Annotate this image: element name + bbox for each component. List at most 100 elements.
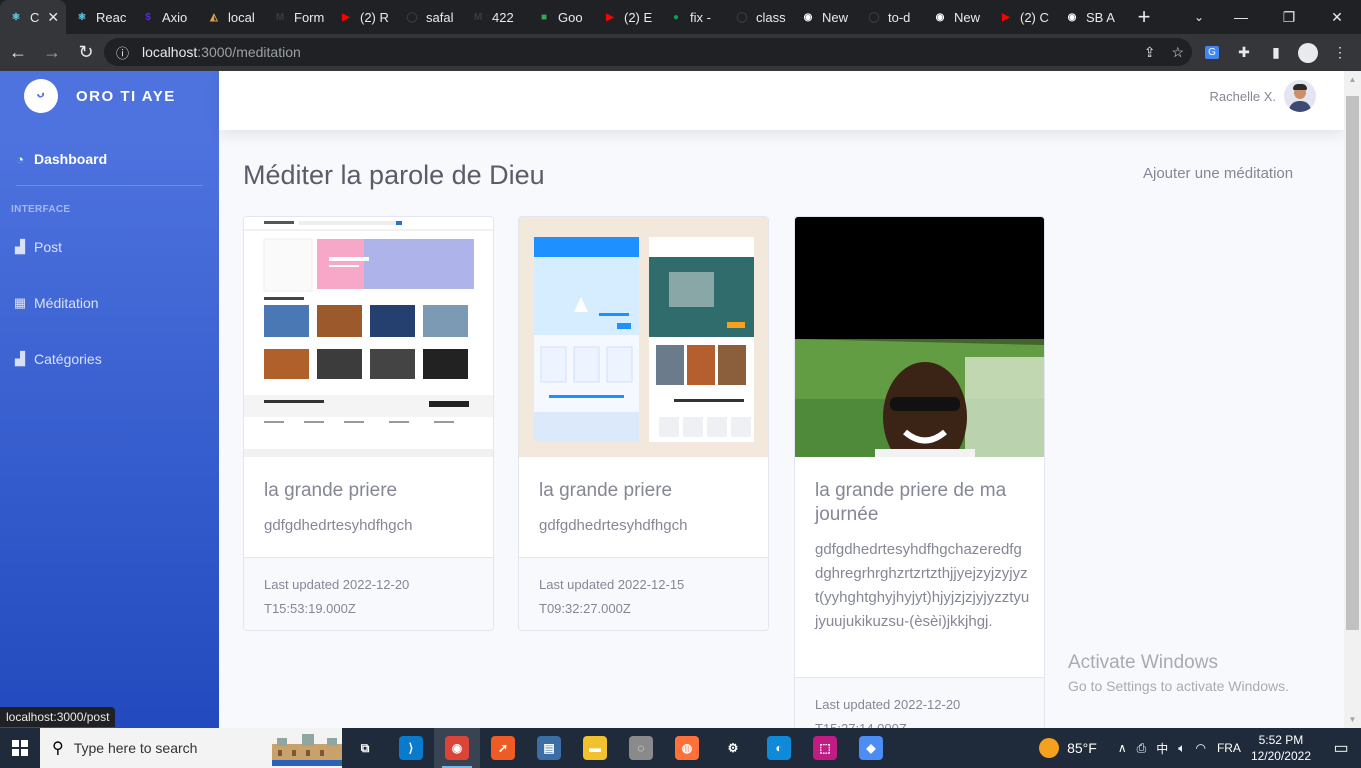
- network-icon-glyph: ▤: [537, 736, 561, 760]
- vscode-icon[interactable]: ⟩: [388, 728, 434, 768]
- chrome-menu-icon[interactable]: ⋮: [1329, 42, 1351, 64]
- back-arrow-icon[interactable]: ←: [2, 37, 34, 69]
- network-icon[interactable]: ▤: [526, 728, 572, 768]
- sidebar-item-meditation[interactable]: ▦ Méditation: [0, 275, 219, 331]
- browser-tab[interactable]: ◉ New: [792, 0, 858, 34]
- close-window-icon[interactable]: ✕: [1313, 0, 1361, 34]
- browser-tab[interactable]: $ Axio: [132, 0, 198, 34]
- tab-label: 422: [492, 9, 514, 25]
- reload-icon[interactable]: ↻: [70, 37, 102, 69]
- site-info-icon[interactable]: ⓘ: [116, 43, 134, 62]
- weather-widget[interactable]: 85°F: [1039, 738, 1097, 758]
- side-panel-icon[interactable]: ▮: [1265, 42, 1287, 64]
- tab-search-icon[interactable]: ⌄: [1185, 0, 1213, 34]
- scroll-up-arrow-icon[interactable]: ▲: [1344, 71, 1361, 88]
- search-highlight-illustration: [272, 734, 342, 766]
- sidebar-item-dashboard[interactable]: ◔ Dashboard: [0, 133, 219, 185]
- laugh-wink-icon: ᵕ: [20, 75, 62, 117]
- tab-label: C: [30, 9, 40, 25]
- card-updated: Last updated 2022-12-20T15:53:19.000Z: [264, 577, 410, 616]
- close-tab-icon[interactable]: ✕: [47, 9, 59, 26]
- tab-label: SB A: [1086, 9, 1115, 25]
- taskbar-search-box[interactable]: ⚲ Type here to search: [40, 728, 342, 768]
- translate-extension-icon[interactable]: G: [1201, 42, 1223, 64]
- browser-tab[interactable]: ◯ to-d: [858, 0, 924, 34]
- app-icon[interactable]: ⬚: [802, 728, 848, 768]
- wifi-icon[interactable]: ◠: [1195, 741, 1205, 755]
- browser-toolbar: ← → ↻ ⓘ localhost:3000/meditation ⇪ ☆ G …: [0, 34, 1361, 71]
- browser-tab[interactable]: ◯ safal: [396, 0, 462, 34]
- browser-tab[interactable]: ⚛ Reac: [66, 0, 132, 34]
- scroll-down-arrow-icon[interactable]: ▼: [1344, 711, 1361, 728]
- tab-favicon-icon: $: [145, 11, 151, 23]
- card-image-mobile-app-mockup: [519, 217, 768, 457]
- puzzle-extensions-icon[interactable]: ✚: [1233, 42, 1255, 64]
- browser-tab[interactable]: ■ Goo: [528, 0, 594, 34]
- forward-arrow-icon[interactable]: →: [36, 37, 68, 69]
- chart-area-icon: ▟: [15, 351, 25, 366]
- tab-label: New: [822, 9, 849, 25]
- ime-icon[interactable]: 中: [1156, 740, 1168, 757]
- sidebar-brand[interactable]: ᵕ ORO TI AYE: [0, 71, 219, 121]
- address-bar[interactable]: ⓘ localhost:3000/meditation ⇪ ☆: [104, 38, 1192, 66]
- browser-tab[interactable]: ◉ SB A: [1056, 0, 1122, 34]
- share-icon[interactable]: ⇪: [1144, 44, 1156, 61]
- volume-icon[interactable]: 🔈︎: [1178, 741, 1185, 756]
- user-dropdown[interactable]: Rachelle X.: [1210, 80, 1316, 112]
- meditation-card[interactable]: la grande priere de ma journée gdfgdhedr…: [794, 216, 1045, 728]
- meditation-card[interactable]: la grande priere gdfgdhedrtesyhdfhgch La…: [518, 216, 769, 631]
- browser-tab[interactable]: ● fix -: [660, 0, 726, 34]
- sidebar-item-post[interactable]: ▟ Post: [0, 219, 219, 275]
- extensions-area: G ✚ ▮ ⋮: [1201, 34, 1361, 71]
- user-name: Rachelle X.: [1209, 88, 1276, 104]
- device-icon[interactable]: ⎙: [1137, 741, 1147, 756]
- profile-avatar-icon[interactable]: [1297, 42, 1319, 64]
- start-button[interactable]: [0, 728, 40, 768]
- file-explorer-icon-glyph: ▬: [583, 736, 607, 760]
- tab-label: safal: [426, 9, 454, 25]
- chevron-up-icon[interactable]: ∧: [1118, 741, 1127, 755]
- system-tray: 85°F ∧ ⎙ 中 🔈︎ ◠ FRA 5:52 PM 12/20/2022 ▭: [1039, 728, 1361, 768]
- page-scrollbar[interactable]: ▲ ▼: [1344, 71, 1361, 728]
- file-explorer-icon[interactable]: ▬: [572, 728, 618, 768]
- sidebar-item-label: Méditation: [34, 295, 99, 311]
- browser-tab[interactable]: ▶ (2) R: [330, 0, 396, 34]
- tab-favicon-icon: ▶: [342, 11, 350, 23]
- browser-tab[interactable]: ◭ local: [198, 0, 264, 34]
- watermark-subtitle: Go to Settings to activate Windows.: [1068, 678, 1289, 694]
- language-indicator[interactable]: FRA: [1217, 741, 1241, 755]
- postman-icon[interactable]: ➚: [480, 728, 526, 768]
- git-icon-glyph: ◆: [859, 736, 883, 760]
- git-icon[interactable]: ◆: [848, 728, 894, 768]
- tab-favicon-icon: ◭: [210, 11, 218, 23]
- clock[interactable]: 5:52 PM 12/20/2022: [1251, 732, 1311, 764]
- new-tab-icon[interactable]: +: [1130, 4, 1158, 30]
- add-meditation-link[interactable]: Ajouter une méditation: [1143, 165, 1293, 182]
- tab-favicon-icon: ▶: [606, 11, 614, 23]
- browser-tab[interactable]: ▶ (2) E: [594, 0, 660, 34]
- firefox-icon[interactable]: ◍: [664, 728, 710, 768]
- meditation-card[interactable]: la grande priere gdfgdhedrtesyhdfhgch La…: [243, 216, 494, 631]
- browser-tab[interactable]: ▶ (2) C: [990, 0, 1056, 34]
- bookmark-star-icon[interactable]: ☆: [1171, 44, 1184, 61]
- scrollbar-thumb[interactable]: [1346, 96, 1359, 630]
- browser-tab[interactable]: ⚛ C ✕: [0, 0, 66, 34]
- chart-area-icon: ▟: [15, 239, 25, 254]
- minimize-icon[interactable]: —: [1217, 0, 1265, 34]
- restore-icon[interactable]: ❐: [1265, 0, 1313, 34]
- browser-tab[interactable]: ◉ New: [924, 0, 990, 34]
- settings-icon[interactable]: ⚙: [710, 728, 756, 768]
- firefox-icon-glyph: ◍: [675, 736, 699, 760]
- card-title: la grande priere: [539, 480, 673, 501]
- task-view-icon[interactable]: ⧉: [342, 728, 388, 768]
- tab-label: Axio: [162, 9, 188, 25]
- tab-label: fix -: [690, 9, 711, 25]
- browser-tab[interactable]: M Form: [264, 0, 330, 34]
- chrome-icon[interactable]: ◉: [434, 728, 480, 768]
- sidebar-item-categories[interactable]: ▟ Catégories: [0, 331, 219, 387]
- browser-tab[interactable]: M 422: [462, 0, 528, 34]
- search-app-icon[interactable]: ◌: [618, 728, 664, 768]
- edge-icon[interactable]: ◐: [756, 728, 802, 768]
- browser-tab[interactable]: ◯ class: [726, 0, 792, 34]
- notification-icon[interactable]: ▭: [1321, 738, 1361, 758]
